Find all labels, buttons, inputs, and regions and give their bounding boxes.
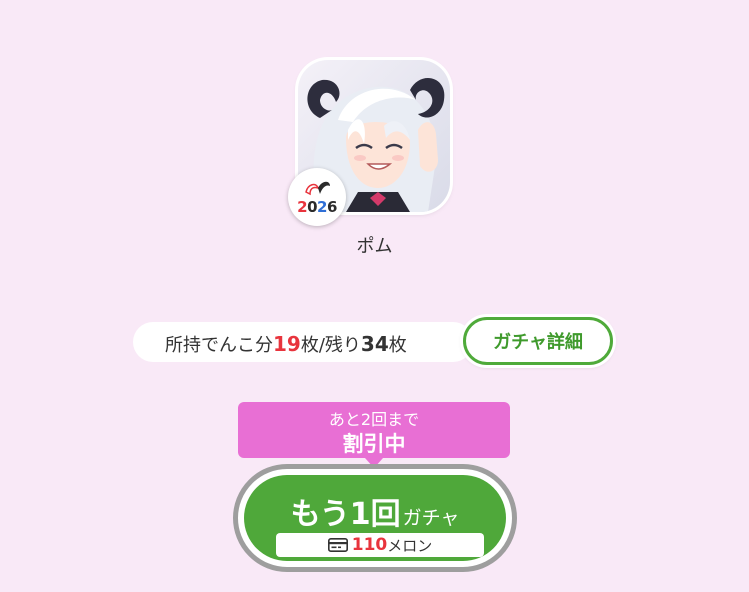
year-badge-icon: 2026 bbox=[288, 168, 346, 226]
discount-status-text: 割引中 bbox=[342, 432, 406, 456]
year-badge-text: 2026 bbox=[297, 198, 337, 216]
owned-count: 19 bbox=[273, 332, 301, 356]
discount-remaining-text: あと2回まで bbox=[328, 410, 420, 429]
discount-bubble: あと2回まで 割引中 bbox=[238, 402, 510, 468]
price-currency: メロン bbox=[387, 536, 433, 555]
ticket-count-text: 所持でんこ分19枚/残り34枚 bbox=[165, 332, 407, 356]
melon-card-icon bbox=[327, 538, 348, 552]
gacha-detail-button[interactable]: ガチャ詳細 bbox=[463, 317, 613, 365]
gacha-button-label: もう1回 ガチャ bbox=[290, 497, 460, 532]
price-pill: 110 メロン bbox=[276, 533, 484, 557]
character-name: ポム bbox=[356, 236, 393, 257]
gacha-again-button[interactable]: もう1回 ガチャ 110 メロン bbox=[244, 475, 506, 561]
ticket-count-bar: 所持でんこ分19枚/残り34枚 bbox=[133, 322, 473, 362]
character-avatar-card[interactable]: 2026 bbox=[288, 60, 450, 226]
gacha-button-frame: もう1回 ガチャ 110 メロン bbox=[233, 464, 517, 572]
price-value: 110 bbox=[351, 535, 388, 555]
remaining-count: 34 bbox=[360, 332, 389, 356]
